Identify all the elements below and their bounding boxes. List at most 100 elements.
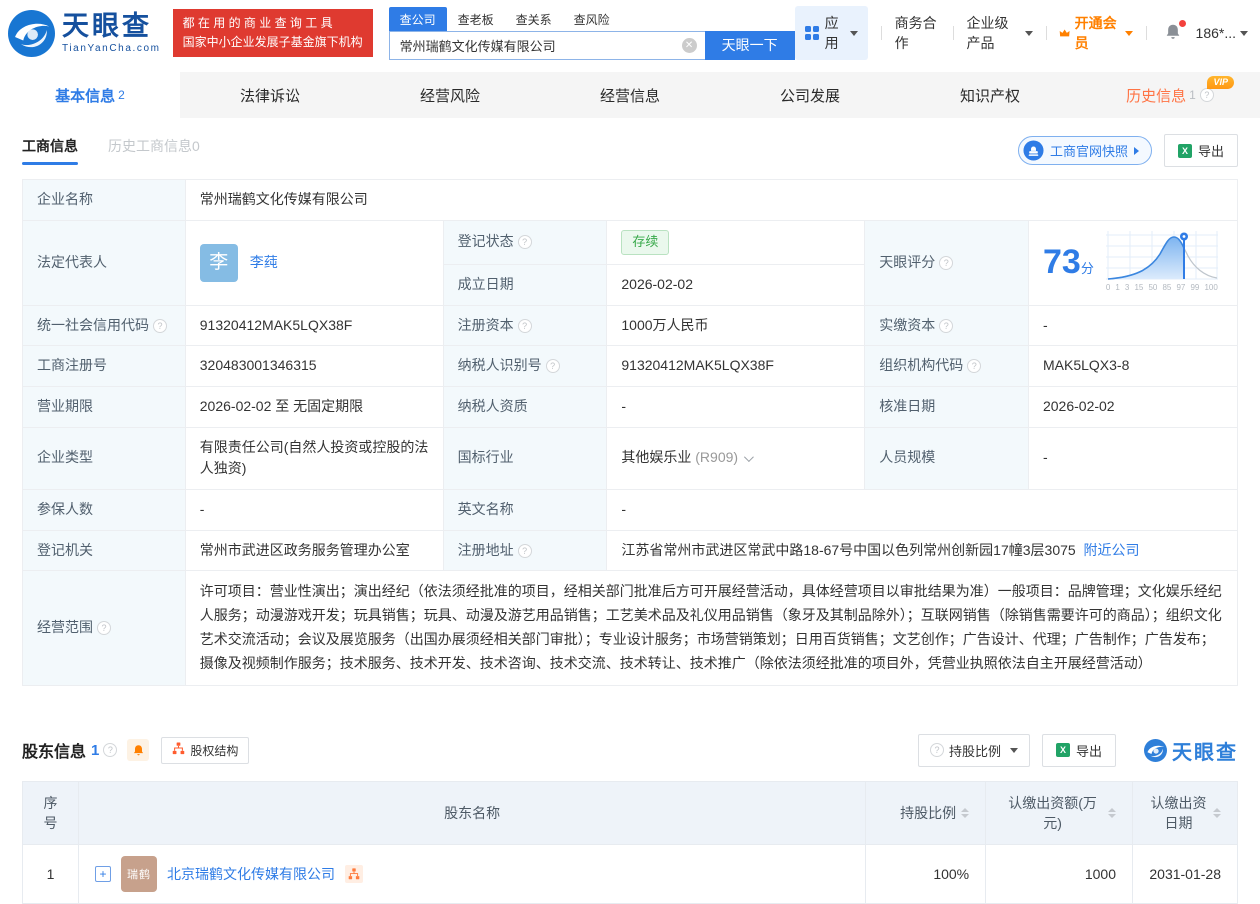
nav-enterprise[interactable]: 企业级产品 <box>967 13 1033 53</box>
divider <box>1146 26 1147 40</box>
apps-label: 应用 <box>825 13 840 53</box>
credit-code-label: 统一社会信用代码 <box>23 305 186 346</box>
table-row: 工商注册号 320483001346315 纳税人识别号 91320412MAK… <box>23 346 1238 387</box>
export-button[interactable]: 导出 <box>1164 134 1238 167</box>
header-nav: 应用 商务合作 企业级产品 开通会员 186*... <box>795 6 1248 60</box>
legal-rep-cell: 李 李莼 <box>185 220 443 305</box>
nav-cooperation[interactable]: 商务合作 <box>895 13 940 53</box>
table-header-row: 序号 股东名称 持股比例 认缴出资额(万元) 认缴出资日期 <box>23 781 1238 844</box>
tianyancha-logo[interactable]: 天眼查 TianYanCha.com <box>8 10 161 57</box>
equity-structure-button[interactable]: 股权结构 <box>161 737 249 764</box>
chevron-down-icon[interactable] <box>744 453 754 463</box>
tab-legal[interactable]: 法律诉讼 <box>180 72 360 118</box>
tab-company-development[interactable]: 公司发展 <box>720 72 900 118</box>
tab-history-info[interactable]: VIP 历史信息 1 <box>1080 72 1260 118</box>
tab-operating-info[interactable]: 经营信息 <box>540 72 720 118</box>
col-shareholder-name: 股东名称 <box>78 781 865 844</box>
equity-chart-icon[interactable] <box>345 865 363 883</box>
reg-capital-label: 注册资本 <box>443 305 607 346</box>
business-info-toolbar: 工商信息 历史工商信息0 工商官网快照 导出 <box>0 118 1260 179</box>
excel-icon <box>1056 743 1070 757</box>
tianyancha-logo-icon <box>8 10 55 57</box>
shareholders-table: 序号 股东名称 持股比例 认缴出资额(万元) 认缴出资日期 1 瑞鹤 北京瑞鹤文… <box>22 781 1238 904</box>
company-type-label: 企业类型 <box>23 427 186 489</box>
table-row: 企业类型 有限责任公司(自然人投资或控股的法人独资) 国标行业 其他娱乐业 (R… <box>23 427 1238 489</box>
col-seq: 序号 <box>23 781 79 844</box>
col-ratio[interactable]: 持股比例 <box>866 781 986 844</box>
chevron-down-icon <box>1010 748 1018 753</box>
reg-no-label: 工商注册号 <box>23 346 186 387</box>
help-icon[interactable] <box>518 544 532 558</box>
shareholders-export-button[interactable]: 导出 <box>1042 734 1116 767</box>
clear-search-icon[interactable] <box>682 38 697 53</box>
stamp-icon <box>1023 140 1044 161</box>
table-row: 营业期限 2026-02-02 至 无固定期限 纳税人资质 - 核准日期 202… <box>23 386 1238 427</box>
search-button[interactable]: 天眼一下 <box>705 31 795 60</box>
row-ratio: 100% <box>866 844 986 903</box>
help-icon[interactable] <box>518 319 532 333</box>
notifications-bell-icon[interactable] <box>1164 23 1182 44</box>
reg-status-label: 登记状态 <box>443 220 607 264</box>
industry-code: (R909) <box>695 449 738 465</box>
nearby-companies-link[interactable]: 附近公司 <box>1083 542 1139 558</box>
search-tabs: 查公司 查老板 查关系 查风险 <box>389 7 795 31</box>
search-tab-boss[interactable]: 查老板 <box>447 7 505 31</box>
help-icon[interactable] <box>518 235 532 249</box>
chevron-down-icon <box>1240 31 1248 36</box>
tab-intellectual-property[interactable]: 知识产权 <box>900 72 1080 118</box>
tab-operating-risk[interactable]: 经营风险 <box>360 72 540 118</box>
help-icon[interactable] <box>967 359 981 373</box>
expand-icon[interactable] <box>95 866 111 882</box>
apps-menu[interactable]: 应用 <box>795 6 868 60</box>
paid-capital-value: - <box>1028 305 1237 346</box>
help-icon[interactable] <box>97 621 111 635</box>
ratio-filter-button[interactable]: 持股比例 <box>918 734 1030 767</box>
brand-domain: TianYanCha.com <box>62 44 161 54</box>
col-subscribed-date[interactable]: 认缴出资日期 <box>1133 781 1238 844</box>
score-axis-ticks: 0131550859799100 <box>1106 282 1218 294</box>
monitor-bell-icon[interactable] <box>127 739 149 761</box>
search-tab-company[interactable]: 查公司 <box>389 7 447 31</box>
search-tab-riskcheck[interactable]: 查风险 <box>563 7 621 31</box>
insured-value: - <box>185 489 443 530</box>
search-tab-relation[interactable]: 查关系 <box>505 7 563 31</box>
reg-status-value: 存续 <box>607 220 865 264</box>
help-icon[interactable] <box>1200 88 1214 102</box>
help-icon[interactable] <box>546 359 560 373</box>
sort-icon <box>961 808 969 818</box>
help-icon[interactable] <box>103 743 117 757</box>
apps-grid-icon <box>805 26 819 40</box>
english-name-value: - <box>607 489 1238 530</box>
sort-icon <box>1213 808 1221 818</box>
subtab-business-info[interactable]: 工商信息 <box>22 136 78 165</box>
company-name-value: 常州瑞鹤文化传媒有限公司 <box>185 180 1237 221</box>
help-icon[interactable] <box>939 256 953 270</box>
legal-rep-avatar[interactable]: 李 <box>200 244 238 282</box>
english-name-label: 英文名称 <box>443 489 607 530</box>
official-snapshot-button[interactable]: 工商官网快照 <box>1018 136 1152 165</box>
nav-vip-upgrade[interactable]: 开通会员 <box>1059 13 1132 53</box>
shareholder-avatar[interactable]: 瑞鹤 <box>121 856 157 892</box>
industry-label: 国标行业 <box>443 427 607 489</box>
subtab-history-business-info[interactable]: 历史工商信息0 <box>108 136 200 165</box>
scope-value: 许可项目：营业性演出；演出经纪（依法须经批准的项目，经相关部门批准后方可开展经营… <box>185 571 1237 685</box>
score-distribution-chart: 0131550859799100 <box>1106 231 1218 294</box>
user-account-menu[interactable]: 186*... <box>1196 25 1248 41</box>
score-cell[interactable]: 73分 <box>1028 220 1237 305</box>
shareholder-link[interactable]: 北京瑞鹤文化传媒有限公司 <box>167 864 335 884</box>
row-shareholder: 瑞鹤 北京瑞鹤文化传媒有限公司 <box>78 844 865 903</box>
staff-size-label: 人员规模 <box>865 427 1029 489</box>
tab-basic-info[interactable]: 基本信息2 <box>0 72 180 118</box>
table-row: 1 瑞鹤 北京瑞鹤文化传媒有限公司 100% 1000 2031-01-28 <box>23 844 1238 903</box>
industry-value[interactable]: 其他娱乐业 (R909) <box>607 427 865 489</box>
divider <box>953 26 954 40</box>
legal-rep-link[interactable]: 李莼 <box>250 252 278 274</box>
help-icon[interactable] <box>153 319 167 333</box>
col-subscribed-amount[interactable]: 认缴出资额(万元) <box>986 781 1133 844</box>
search-input[interactable] <box>389 31 705 60</box>
help-icon[interactable] <box>939 319 953 333</box>
taxpayer-quality-value: - <box>607 386 865 427</box>
legal-rep-label: 法定代表人 <box>23 220 186 305</box>
watermark-text: 天眼查 <box>1172 736 1238 765</box>
table-row: 登记机关 常州市武进区政务服务管理办公室 注册地址 江苏省常州市武进区常武中路1… <box>23 530 1238 571</box>
